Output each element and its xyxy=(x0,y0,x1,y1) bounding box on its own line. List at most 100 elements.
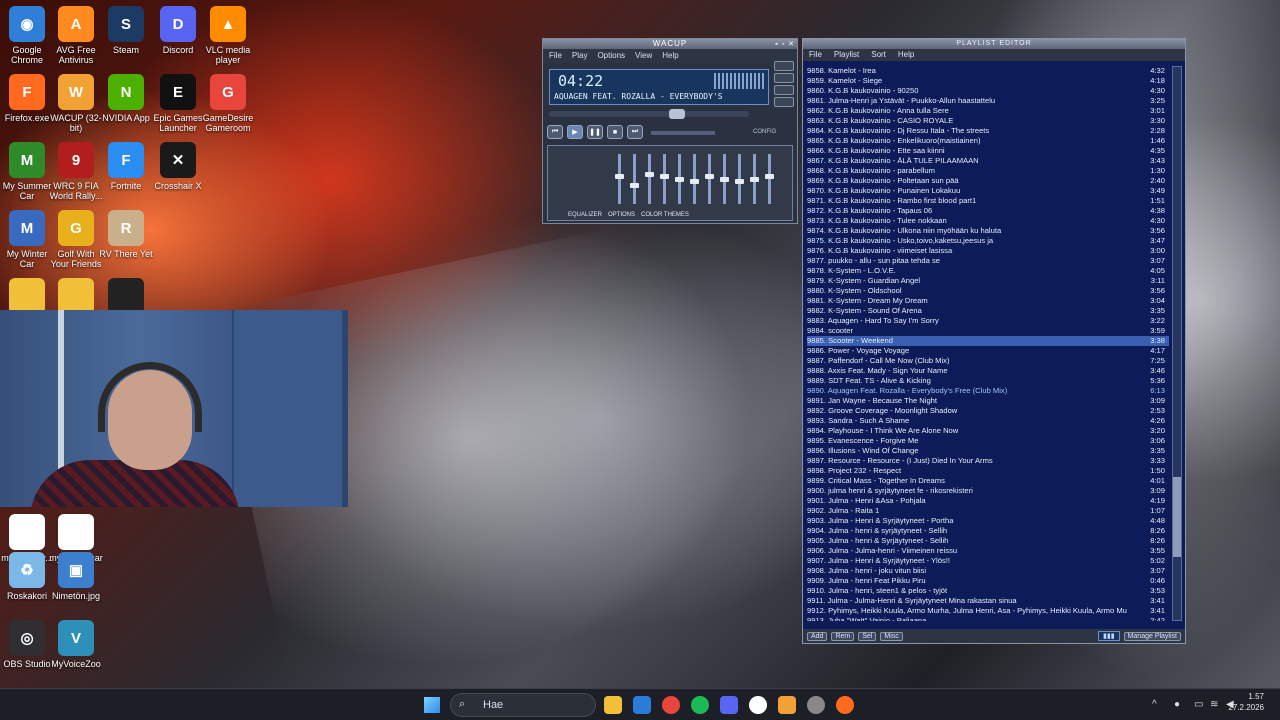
system-clock[interactable]: 1.57 27.2.2026 xyxy=(1228,691,1264,713)
eq-band-knob[interactable] xyxy=(750,176,759,182)
playlist-row[interactable]: 9901. Julma - Henri &Asa - Pohjala 4:19 xyxy=(807,496,1169,506)
playlist-row[interactable]: 9864. K.G.B kaukovainio - Dj Ressu Itala… xyxy=(807,126,1169,136)
crosshair-icon[interactable] xyxy=(807,696,825,714)
menu-play[interactable]: Play xyxy=(572,51,588,61)
playlist-row[interactable]: 9913. Juha "Watt" Vainio - Paljaana 2:42 xyxy=(807,616,1169,621)
playlist-row[interactable]: 9903. Julma - Henri & Syrjäytyneet - Por… xyxy=(807,516,1169,526)
desktop-icon[interactable]: 9 WRC 9 FIA World Rally... xyxy=(49,142,103,201)
playlist-row[interactable]: 9869. K.G.B kaukovainio - Poltetaan sun … xyxy=(807,176,1169,186)
wacup-titlebar[interactable]: WACUP ▪ ▫ ✕ xyxy=(543,39,797,49)
playlist-row[interactable]: 9884. scooter 3:59 xyxy=(807,326,1169,336)
playlist-editor-window[interactable]: PLAYLIST EDITOR File Playlist Sort Help … xyxy=(802,38,1186,644)
playlist-row[interactable]: 9895. Evanescence - Forgive Me 3:06 xyxy=(807,436,1169,446)
misc-button[interactable]: Misc xyxy=(880,631,903,641)
pl-menu-file[interactable]: File xyxy=(809,50,822,60)
playlist-row[interactable]: 9861. Julma-Henri ja Ystävät - Puukko-Al… xyxy=(807,96,1169,106)
start-button[interactable] xyxy=(424,697,440,713)
playlist-row[interactable]: 9877. puukko - allu - sun pitaa tehda se… xyxy=(807,256,1169,266)
volume-slider[interactable] xyxy=(651,131,715,135)
playlist-row[interactable]: 9893. Sandra - Such A Shame 4:26 xyxy=(807,416,1169,426)
seek-bar[interactable] xyxy=(549,109,749,119)
obs-icon[interactable] xyxy=(749,696,767,714)
playlist-row[interactable]: 9902. Julma - Raita 1 1:07 xyxy=(807,506,1169,516)
desktop-icon[interactable]: E Epic Games Launcher xyxy=(151,74,205,133)
playlist-row[interactable]: 9911. Julma - Julma-Henri & Syrjäytyneet… xyxy=(807,596,1169,606)
playlist-row[interactable]: 9896. Illusions - Wind Of Change 3:35 xyxy=(807,446,1169,456)
playlist-row[interactable]: 9897. Resource - Resource - (I Just) Die… xyxy=(807,456,1169,466)
playlist-row[interactable]: 9881. K-System - Dream My Dream 3:04 xyxy=(807,296,1169,306)
playlist-row[interactable]: 9863. K.G.B kaukovainio - CASIO ROYALE 3:… xyxy=(807,116,1169,126)
playlist-row[interactable]: 9875. K.G.B kaukovainio - Usko,toivo,kak… xyxy=(807,236,1169,246)
manage-playlist-button[interactable]: Manage Playlist xyxy=(1123,631,1181,641)
eq-band-knob[interactable] xyxy=(630,183,639,189)
remove-button[interactable]: Rem xyxy=(831,631,855,641)
playlist-row[interactable]: 9867. K.G.B kaukovainio - ÄLÄ TULE PILAA… xyxy=(807,156,1169,166)
menu-help[interactable]: Help xyxy=(662,51,678,61)
seek-knob[interactable] xyxy=(669,109,685,119)
desktop-icon[interactable]: ✕ Crosshair X xyxy=(151,142,205,191)
eq-band-knob[interactable] xyxy=(645,172,654,177)
tab-options[interactable]: OPTIONS xyxy=(608,212,635,218)
tab-color-themes[interactable]: COLOR THEMES xyxy=(641,212,689,218)
eq-band-slider[interactable] xyxy=(633,154,636,204)
tray-chevron-icon[interactable]: ^ xyxy=(1152,699,1157,710)
desktop-icon[interactable]: G Golf With Your Friends xyxy=(49,210,103,269)
playlist-row[interactable]: 9860. K.G.B kaukovainio - 90250 4:30 xyxy=(807,86,1169,96)
desktop-icon[interactable]: W WACUP (32-bit) xyxy=(49,74,103,133)
playlist-row[interactable]: 9887. Paffendorf - Call Me Now (Club Mix… xyxy=(807,356,1169,366)
playlist-row[interactable]: 9883. Aquagen - Hard To Say I'm Sorry 3:2… xyxy=(807,316,1169,326)
desktop-icon[interactable]: D Discord xyxy=(151,6,205,55)
playlist-row[interactable]: 9899. Critical Mass - Together In Dreams… xyxy=(807,476,1169,486)
playlist-row[interactable]: 9876. K.G.B kaukovainio - viimeiset lasi… xyxy=(807,246,1169,256)
playlist-row[interactable]: 9873. K.G.B kaukovainio - Tulee nokkaan 4… xyxy=(807,216,1169,226)
playlist-row[interactable]: 9904. Julma - henri & syrjäytyneet - Sel… xyxy=(807,526,1169,536)
playlist-row[interactable]: 9874. K.G.B kaukovainio - Ulkona niin my… xyxy=(807,226,1169,236)
playlist-row[interactable]: 9878. K-System - L.O.V.E. 4:05 xyxy=(807,266,1169,276)
playlist-row[interactable]: 9889. SDT Feat. TS - Alive & Kicking 5:36 xyxy=(807,376,1169,386)
file-explorer-icon[interactable] xyxy=(604,696,622,714)
config-button[interactable]: CONFIG xyxy=(753,129,776,135)
playlist-row[interactable]: 9886. Power - Voyage Voyage 4:17 xyxy=(807,346,1169,356)
playlist-list[interactable]: 9858. Kamelot - Irea 4:32 9859. Kamelot - … xyxy=(807,66,1169,621)
menu-view[interactable]: View xyxy=(635,51,652,61)
firefox-icon[interactable] xyxy=(836,696,854,714)
visualizer[interactable] xyxy=(714,73,766,89)
eq-band-knob[interactable] xyxy=(720,176,729,182)
edge-icon[interactable] xyxy=(633,696,651,714)
playlist-row[interactable]: 9906. Julma - Julma-henri - Viimeinen re… xyxy=(807,546,1169,556)
menu-options[interactable]: Options xyxy=(597,51,625,61)
desktop-icon[interactable]: ◉ Google Chrome xyxy=(0,6,54,65)
next-button[interactable]: ⏭ xyxy=(627,125,643,139)
desktop-icon[interactable]: M My Summer Car xyxy=(0,142,54,201)
discord-icon[interactable] xyxy=(720,696,738,714)
wifi-icon[interactable]: ≋ xyxy=(1210,699,1218,710)
playlist-row[interactable]: 9862. K.G.B kaukovainio - Anna tulla Ser… xyxy=(807,106,1169,116)
desktop-icon[interactable]: ◎ OBS Studio xyxy=(0,620,54,669)
desktop-icon[interactable]: S Steam xyxy=(99,6,153,55)
playlist-row[interactable]: 9880. K-System - Oldschool 3:56 xyxy=(807,286,1169,296)
desktop-icon[interactable]: M My Winter Car xyxy=(0,210,54,269)
playlist-row[interactable]: 9910. Julma - henri, steen1 & pelos - ty… xyxy=(807,586,1169,596)
eq-band-knob[interactable] xyxy=(615,174,624,180)
desktop-icon[interactable]: F Fortnite xyxy=(99,142,153,191)
playlist-row[interactable]: 9907. Julma - Henri & Syrjäytyneet - Ylö… xyxy=(807,556,1169,566)
chrome-icon[interactable] xyxy=(662,696,680,714)
menu-file[interactable]: File xyxy=(549,51,562,61)
search-placeholder[interactable]: Hae xyxy=(483,699,503,711)
playlist-row[interactable]: 9871. K.G.B kaukovainio - Rambo first bl… xyxy=(807,196,1169,206)
select-button[interactable]: Sel xyxy=(858,631,877,641)
scroll-thumb[interactable] xyxy=(1173,477,1181,557)
playlist-row[interactable]: 9865. K.G.B kaukovainio - Enkelikuoro(ma… xyxy=(807,136,1169,146)
playlist-row[interactable]: 9885. Scooter - Weekend 3:38 xyxy=(807,336,1169,346)
add-button[interactable]: Add xyxy=(807,631,828,641)
desktop-icon[interactable]: ♻ Roskakori xyxy=(0,552,54,601)
playlist-row[interactable]: 9912. Pyhimys, Heikki Kuula, Armo Murha,… xyxy=(807,606,1169,616)
desktop-icon[interactable]: G GameDesire Gameroom xyxy=(201,74,255,133)
microphone-icon[interactable]: ● xyxy=(1174,699,1180,710)
desktop-icon[interactable]: N NVIDIA App xyxy=(99,74,153,123)
eq-band-knob[interactable] xyxy=(765,174,774,180)
eq-band-knob[interactable] xyxy=(675,176,684,182)
playlist-row[interactable]: 9898. Project 232 - Respect 1:50 xyxy=(807,466,1169,476)
playlist-row[interactable]: 9866. K.G.B kaukovainio - Ette saa kiinn… xyxy=(807,146,1169,156)
desktop-icon[interactable]: ▲ VLC media player xyxy=(201,6,255,65)
